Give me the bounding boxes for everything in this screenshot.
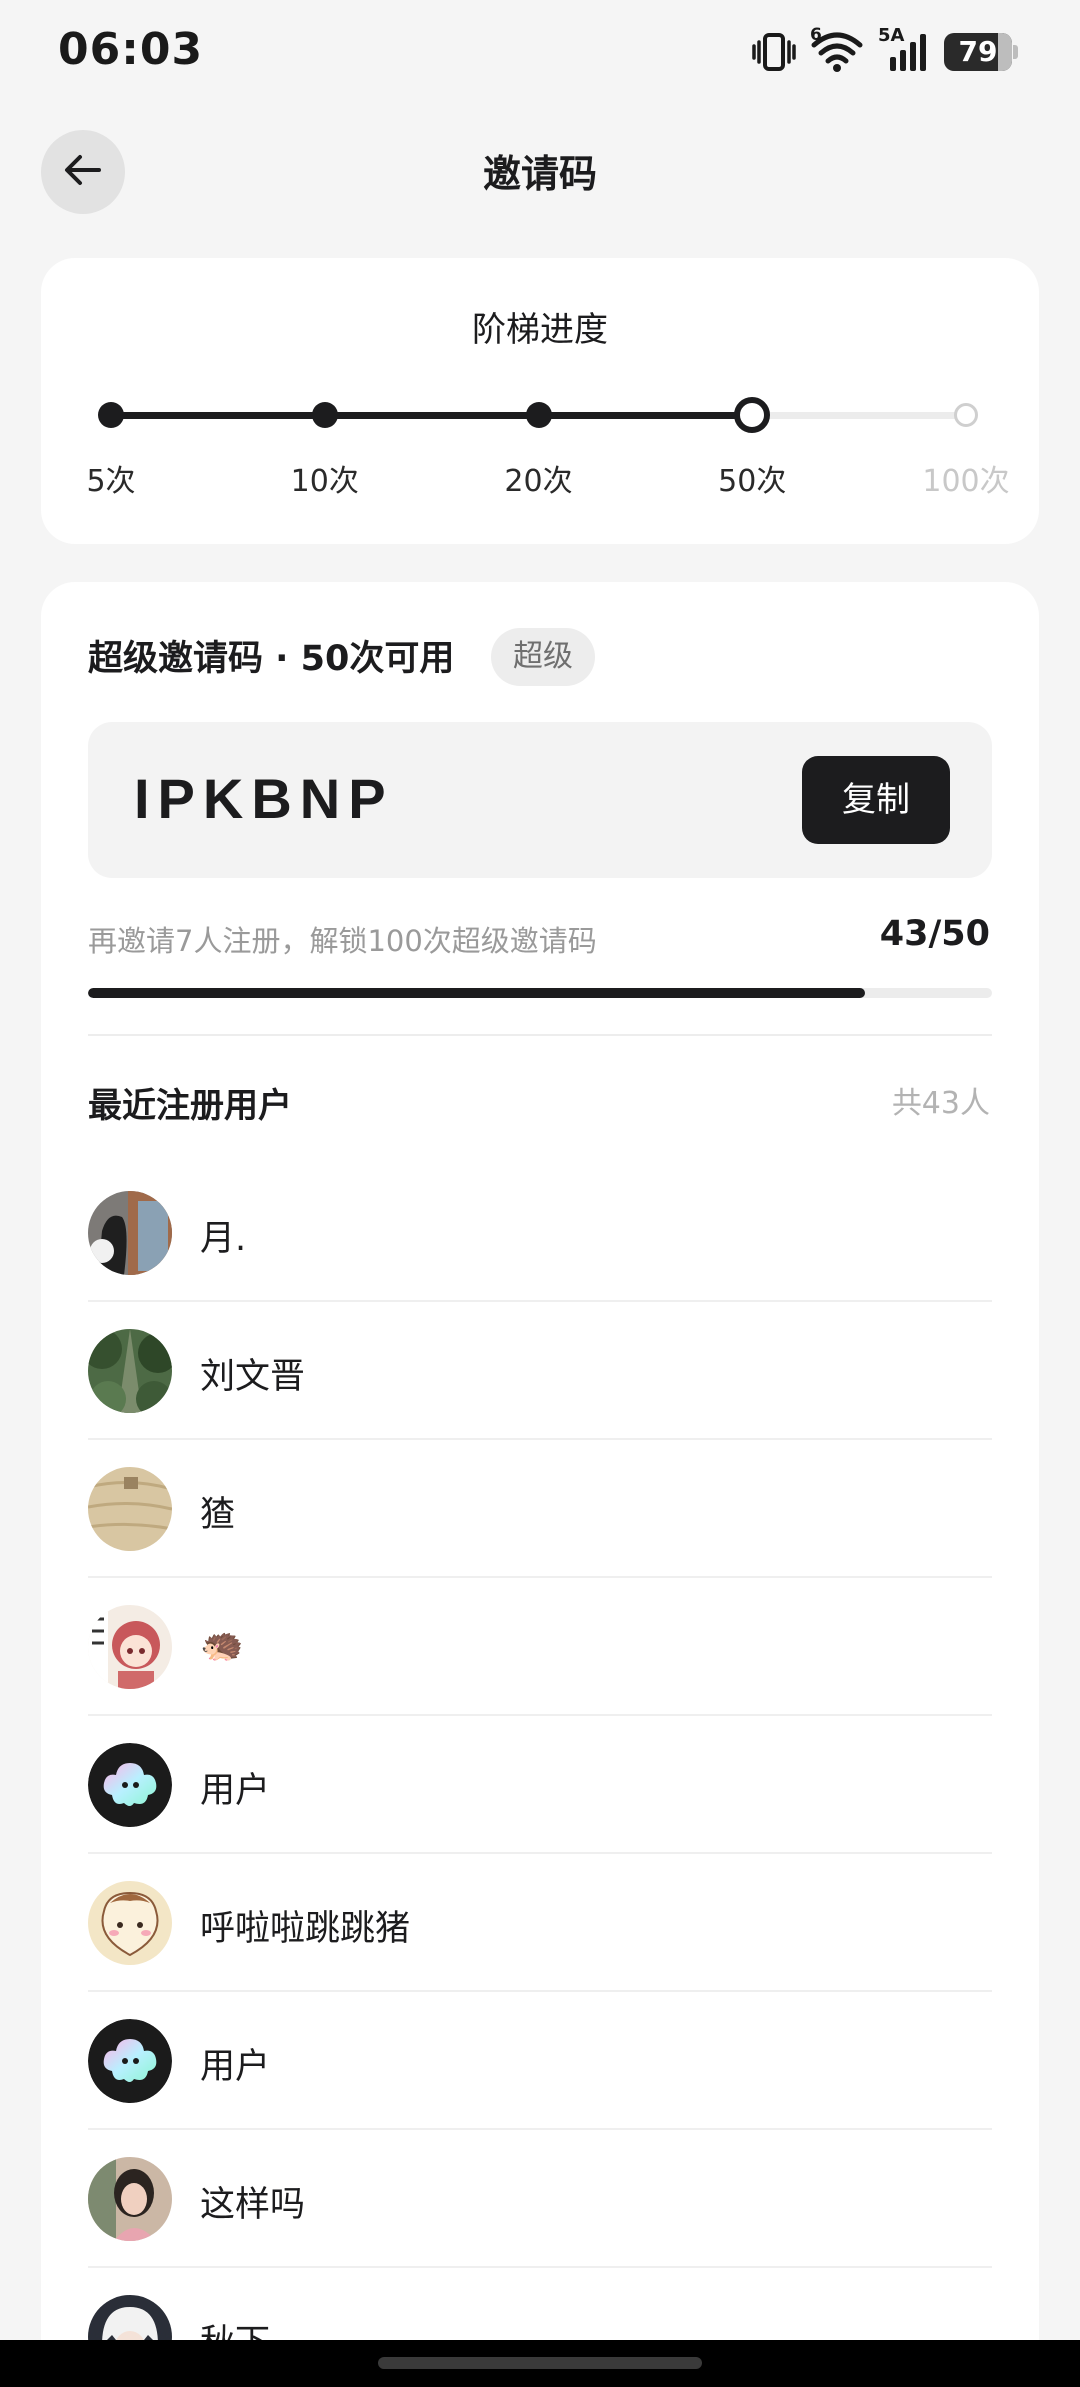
user-row[interactable]: 这样吗 bbox=[88, 2130, 992, 2268]
user-name: 月. bbox=[200, 1219, 247, 1259]
page-title: 邀请码 bbox=[482, 152, 597, 196]
recent-users-total: 共43人 bbox=[891, 1086, 990, 1121]
tier-badge: 超级 bbox=[491, 628, 595, 686]
ladder-label: 100次 bbox=[922, 464, 1010, 499]
status-time: 06:03 bbox=[58, 24, 204, 75]
code-heading: 超级邀请码 · 50次可用 bbox=[88, 639, 455, 679]
user-row[interactable]: 月. bbox=[88, 1164, 992, 1302]
user-name: 这样吗 bbox=[200, 2185, 306, 2225]
avatar bbox=[88, 1467, 172, 1551]
ladder-track-completed bbox=[111, 412, 753, 419]
invite-code-box: IPKBNP 复制 bbox=[88, 722, 992, 878]
ladder-label: 5次 bbox=[86, 464, 136, 499]
ladder-title: 阶梯进度 bbox=[472, 310, 608, 350]
user-row[interactable]: 用户 bbox=[88, 1992, 992, 2130]
avatar bbox=[88, 1881, 172, 1965]
user-name: 呼啦啦跳跳猪 bbox=[200, 1909, 411, 1949]
invite-code-value: IPKBNP bbox=[134, 767, 394, 830]
avatar bbox=[88, 2019, 172, 2103]
ladder-node bbox=[525, 402, 552, 428]
ladder-node bbox=[734, 397, 771, 433]
ladder-label: 50次 bbox=[718, 464, 787, 499]
avatar bbox=[88, 1191, 172, 1275]
avatar bbox=[88, 1605, 172, 1689]
vibrate-icon bbox=[752, 32, 796, 72]
ladder-node bbox=[954, 403, 978, 427]
cellular-signal-icon: 5A bbox=[878, 25, 930, 73]
avatar bbox=[88, 1743, 172, 1827]
navigation-bar bbox=[0, 2340, 1080, 2387]
user-name: 用户 bbox=[200, 1771, 271, 1811]
ladder-progress-card: 阶梯进度 bbox=[41, 258, 1039, 544]
battery-level: 79 bbox=[958, 35, 998, 68]
status-icons: 6 5A 79 bbox=[752, 25, 1018, 76]
invite-progress-bar bbox=[88, 988, 992, 998]
ladder-label: 10次 bbox=[290, 464, 359, 499]
user-row[interactable]: 刘文晋 bbox=[88, 1302, 992, 1440]
home-gesture-handle[interactable] bbox=[378, 2357, 702, 2369]
user-name: 用户 bbox=[200, 2047, 271, 2087]
user-name: 刘文晋 bbox=[200, 1357, 306, 1397]
avatar bbox=[88, 1329, 172, 1413]
status-bar: 06:03 6 5A 79 bbox=[0, 0, 1080, 104]
recent-users-title: 最近注册用户 bbox=[88, 1086, 292, 1126]
user-row[interactable]: 🦔 bbox=[88, 1578, 992, 1716]
user-row[interactable]: 用户 bbox=[88, 1716, 992, 1854]
user-row[interactable]: 猹 bbox=[88, 1440, 992, 1578]
network-type-label: 5A bbox=[878, 25, 905, 46]
wifi-standard-label: 6 bbox=[810, 25, 822, 45]
section-divider bbox=[88, 1034, 992, 1036]
unlock-hint: 再邀请7人注册，解锁100次超级邀请码 bbox=[88, 924, 597, 958]
ladder-label: 20次 bbox=[504, 464, 573, 499]
battery-icon: 79 bbox=[944, 33, 1018, 71]
ladder-node bbox=[98, 402, 124, 428]
invite-progress-fill bbox=[88, 988, 866, 998]
ladder-node bbox=[311, 402, 338, 428]
wifi-icon: 6 bbox=[810, 25, 864, 73]
copy-button[interactable]: 复制 bbox=[802, 756, 950, 844]
user-name: 猹 bbox=[200, 1495, 236, 1535]
progress-count: 43/50 bbox=[879, 914, 990, 954]
user-row[interactable]: 呼啦啦跳跳猪 bbox=[88, 1854, 992, 1992]
user-name: 🦔 bbox=[200, 1625, 244, 1665]
avatar bbox=[88, 2157, 172, 2241]
